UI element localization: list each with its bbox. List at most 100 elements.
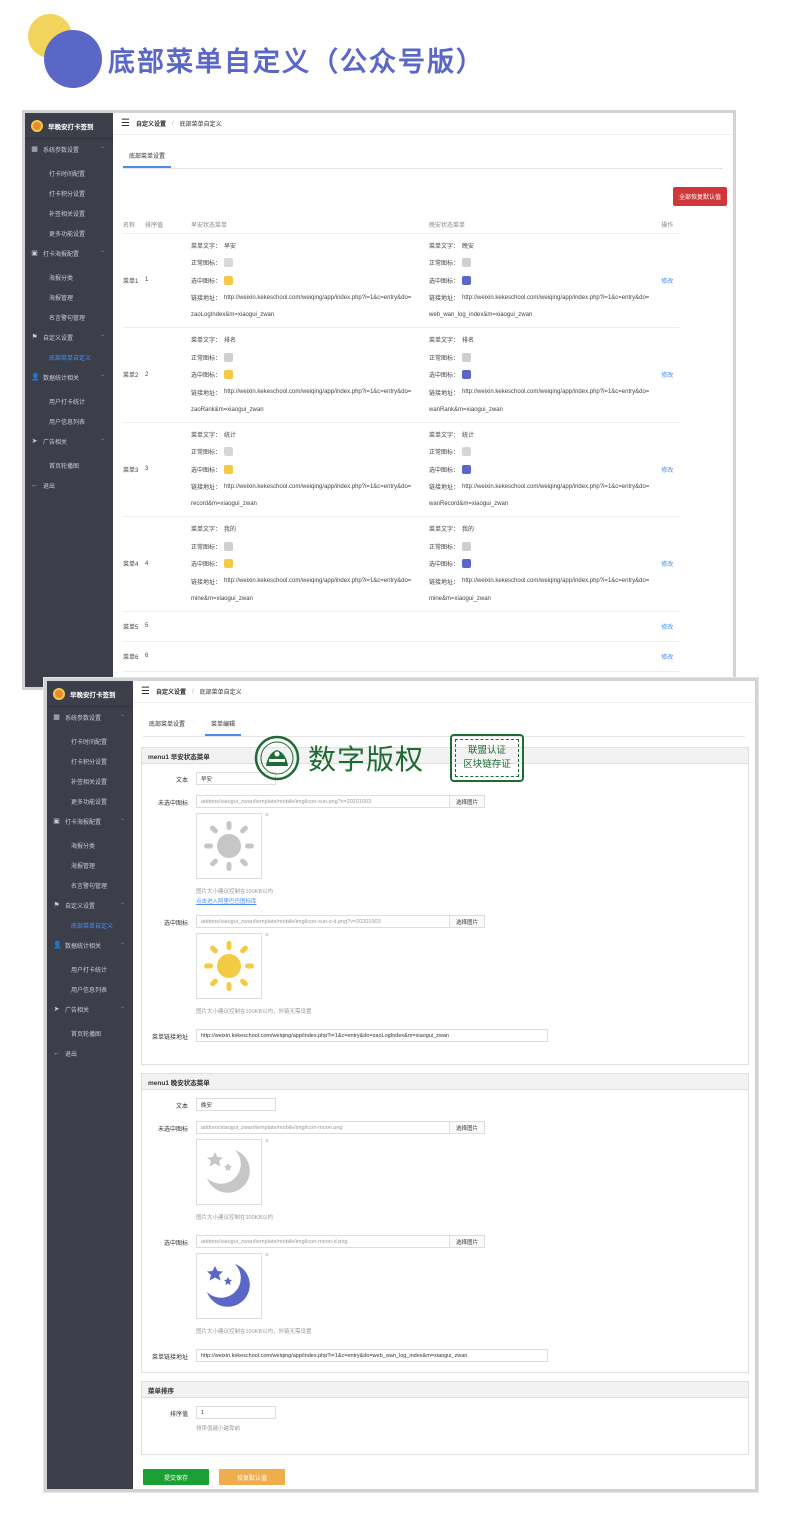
sidebar-group-0[interactable]: ▦ 系统参数设置 ⌃ [47, 707, 133, 727]
tab-menu-settings[interactable]: 底部菜单设置 [143, 713, 191, 736]
send-icon: ➤ [53, 1006, 60, 1013]
edit-link[interactable]: 修改 [649, 327, 680, 423]
breadcrumb: ☰ 自定义设置 / 底部菜单自定义 [133, 681, 755, 703]
person-icon [224, 541, 234, 551]
chart-icon [224, 447, 234, 457]
sidebar-item-label: 自定义设置 [65, 903, 96, 910]
normal-icon-input[interactable]: addons/xiaogui_zwan/template/mobile/img/… [196, 795, 450, 808]
text-input[interactable]: 晚安 [196, 1098, 276, 1111]
sidebar-item-8[interactable]: 名言警句管理 [47, 875, 133, 895]
logout-icon: ← [31, 481, 38, 489]
evening-menu-cell: 菜单文字： 排名 正常图标： 选中图标： 链接地址： http://weixin.keke… [429, 327, 650, 423]
choose-image-button[interactable]: 选择图片 [449, 1235, 486, 1248]
edit-link[interactable]: 修改 [649, 516, 680, 612]
col-name: 名称 [123, 217, 145, 234]
table-row: 菜单5 5 修改 [123, 611, 680, 642]
person-icon [224, 559, 234, 569]
flag-icon: ⚑ [31, 334, 38, 341]
morning-menu-cell: 菜单文字： 我的 正常图标： 选中图标： 链接地址： http://weixin.keke… [191, 516, 429, 612]
chevron-up-icon: ⌃ [119, 1006, 125, 1013]
sidebar-item-12[interactable]: 用户打卡统计 [25, 391, 113, 411]
iconfont-link[interactable]: 点击进入阿里巴巴图标库 [196, 897, 485, 905]
sidebar-item-13[interactable]: 用户信息列表 [47, 979, 133, 999]
sidebar-group-16[interactable]: ← 退出 [47, 1043, 133, 1063]
evening-menu-cell: 菜单文字： 晚安 正常图标： 选中图标： 链接地址： http://weixin.keke… [429, 233, 650, 328]
sidebar-item-4[interactable]: 更多功能设置 [25, 223, 113, 243]
sidebar-item-7[interactable]: 海报管理 [25, 287, 113, 307]
restore-default-button[interactable]: 恢复默认值 [219, 1469, 285, 1485]
sidebar-item-6[interactable]: 海报分类 [25, 267, 113, 287]
trophy-icon [462, 352, 472, 362]
breadcrumb: ☰ 自定义设置 / 底部菜单自定义 [113, 113, 733, 135]
sidebar-group-9[interactable]: ⚑ 自定义设置 ⌃ [47, 895, 133, 915]
chevron-up-icon: ⌃ [119, 902, 125, 909]
sidebar-group-0[interactable]: ▦ 系统参数设置 ⌃ [25, 139, 113, 159]
row-order: 1 [145, 233, 191, 328]
sidebar-item-12[interactable]: 用户打卡统计 [47, 959, 133, 979]
edit-link[interactable]: 修改 [649, 422, 680, 517]
edit-link[interactable]: 修改 [649, 611, 680, 642]
sidebar-item-7[interactable]: 海报管理 [47, 855, 133, 875]
sidebar-group-9[interactable]: ⚑ 自定义设置 ⌃ [25, 327, 113, 347]
choose-image-button[interactable]: 选择图片 [449, 795, 486, 808]
sidebar-item-1[interactable]: 打卡时间配置 [47, 731, 133, 751]
sidebar-group-14[interactable]: ➤ 广告相关 ⌃ [25, 431, 113, 451]
empty-cell [191, 641, 429, 672]
empty-cell [429, 611, 650, 642]
breadcrumb-root[interactable]: 自定义设置 [136, 119, 166, 128]
sidebar-group-11[interactable]: 👤 数据统计相关 ⌃ [25, 367, 113, 387]
sidebar-item-6[interactable]: 海报分类 [47, 835, 133, 855]
sidebar-group-11[interactable]: 👤 数据统计相关 ⌃ [47, 935, 133, 955]
menu-toggle-icon[interactable]: ☰ [121, 118, 130, 129]
moon-blue-icon-preview: × [196, 1252, 269, 1319]
choose-image-button[interactable]: 选择图片 [449, 1121, 486, 1134]
person-icon [462, 559, 472, 569]
flag-icon: ⚑ [53, 902, 60, 909]
sidebar-item-3[interactable]: 补签相关设置 [47, 771, 133, 791]
sidebar-item-label: 系统参数设置 [43, 147, 80, 154]
sun-icon [224, 258, 234, 268]
sidebar-item-15[interactable]: 首页轮播图 [47, 1023, 133, 1043]
normal-icon-input[interactable]: addons/xiaogui_zwan/template/mobile/img/… [196, 1121, 450, 1134]
sidebar-group-5[interactable]: ▣ 打卡海报配置 ⌃ [47, 811, 133, 831]
image-icon: ▣ [31, 250, 38, 257]
sidebar-item-4[interactable]: 更多功能设置 [47, 791, 133, 811]
sort-input[interactable]: 1 [196, 1406, 276, 1419]
sidebar-item-10[interactable]: 底部菜单自定义 [25, 347, 113, 367]
sidebar-group-14[interactable]: ➤ 广告相关 ⌃ [47, 999, 133, 1019]
selected-icon-input[interactable]: addons/xiaogui_zwan/template/mobile/img/… [196, 915, 450, 928]
reset-all-button[interactable]: 全部恢复默认值 [672, 187, 727, 206]
edit-link[interactable]: 修改 [649, 641, 680, 672]
breadcrumb-root[interactable]: 自定义设置 [156, 687, 186, 696]
sidebar-group-5[interactable]: ▣ 打卡海报配置 ⌃ [25, 243, 113, 263]
page-title: 底部菜单自定义（公众号版） [108, 47, 485, 77]
sidebar-item-3[interactable]: 补签相关设置 [25, 203, 113, 223]
choose-image-button[interactable]: 选择图片 [449, 915, 486, 928]
tab-menu-edit[interactable]: 菜单编辑 [205, 713, 242, 736]
sidebar-item-15[interactable]: 首页轮播图 [25, 455, 113, 475]
sidebar-item-label: 退出 [43, 483, 56, 490]
tab-menu-settings[interactable]: 底部菜单设置 [123, 145, 172, 168]
menu-toggle-icon[interactable]: ☰ [141, 686, 150, 697]
grid-icon: ▦ [53, 714, 60, 721]
remove-image-icon[interactable]: × [265, 932, 269, 939]
sidebar-item-label: 数据统计相关 [43, 375, 80, 382]
sidebar-item-10[interactable]: 底部菜单自定义 [47, 915, 133, 935]
sidebar-item-2[interactable]: 打卡积分设置 [25, 183, 113, 203]
grid-icon: ▦ [31, 146, 38, 153]
menu-url-input[interactable]: http://weixin.kekeschool.com/weiqing/app… [196, 1349, 548, 1362]
sidebar-group-16[interactable]: ← 退出 [25, 475, 113, 495]
sidebar-item-label: 系统参数设置 [65, 715, 102, 722]
remove-image-icon[interactable]: × [265, 812, 269, 819]
remove-image-icon[interactable]: × [265, 1138, 269, 1145]
sidebar-item-1[interactable]: 打卡时间配置 [25, 163, 113, 183]
submit-save-button[interactable]: 提交保存 [143, 1469, 209, 1485]
sidebar-item-13[interactable]: 用户信息列表 [25, 411, 113, 431]
sidebar-item-2[interactable]: 打卡积分设置 [47, 751, 133, 771]
sidebar-item-8[interactable]: 名言警句管理 [25, 307, 113, 327]
sidebar-item-label: 退出 [65, 1051, 78, 1058]
edit-link[interactable]: 修改 [649, 233, 680, 328]
menu-url-input[interactable]: http://weixin.kekeschool.com/weiqing/app… [196, 1029, 548, 1042]
selected-icon-input[interactable]: addons/xiaogui_zwan/template/mobile/img/… [196, 1235, 450, 1248]
remove-image-icon[interactable]: × [265, 1252, 269, 1259]
